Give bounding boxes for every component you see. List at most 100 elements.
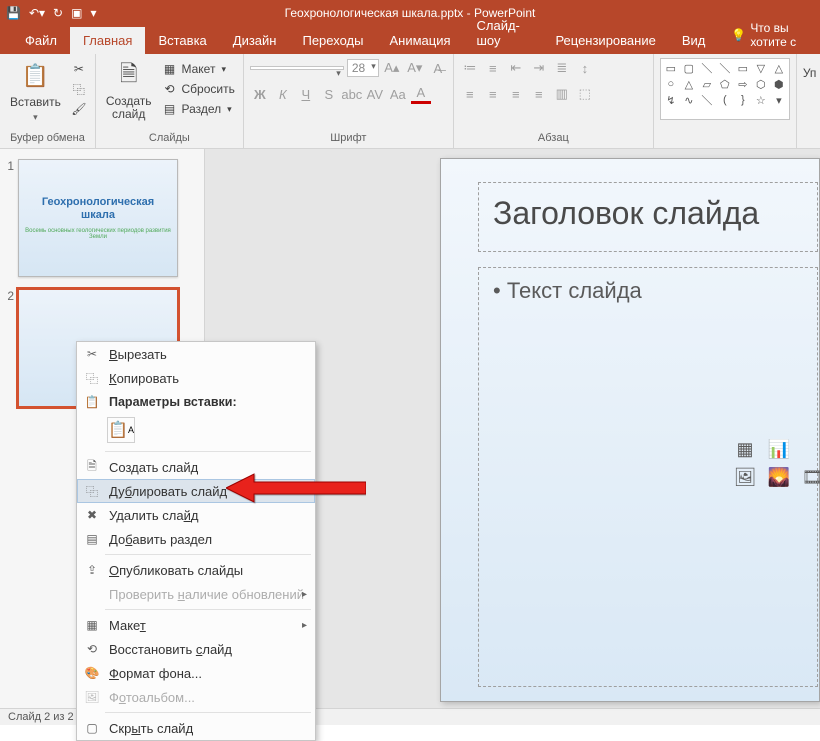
ctx-layout[interactable]: ▦Макет▸ — [77, 613, 315, 637]
spacing-button[interactable]: AV — [365, 84, 385, 104]
font-color-button[interactable]: A — [411, 84, 431, 104]
slide-thumbnail-1[interactable]: Геохронологическая шкала Восемь основных… — [18, 159, 178, 277]
shapes-gallery[interactable]: ▭▢＼＼▭▽△ ○△▱⬠⇨⬡⬢ ↯∿＼(}☆▾ — [660, 58, 790, 120]
ctx-copy[interactable]: ⿻Копировать — [77, 366, 315, 390]
ctx-check-updates: Проверить наличие обновлений▸ — [77, 582, 315, 606]
insert-online-picture-icon[interactable]: 🌄 — [765, 466, 793, 488]
insert-picture-icon[interactable]: 🖼 — [731, 466, 759, 488]
photo-album-icon: 🖼 — [83, 689, 101, 705]
line-spacing-button[interactable]: ≣ — [552, 58, 572, 78]
smartart-button[interactable]: ⬚ — [575, 84, 595, 104]
redo-icon[interactable]: ↻ — [53, 6, 63, 20]
insert-chart-icon[interactable]: 📊 — [765, 438, 793, 460]
brush-icon: 🖌 — [71, 101, 87, 117]
align-left-button[interactable]: ≡ — [460, 84, 480, 104]
title-bar: 💾 ↶▾ ↻ ▣ ▾ Геохронологическая шкала.pptx… — [0, 0, 820, 25]
qat-more-icon[interactable]: ▾ — [90, 6, 96, 20]
copy-icon: ⿻ — [71, 81, 87, 97]
decrease-font-button[interactable]: A▾ — [405, 58, 425, 78]
scissors-icon: ✂ — [83, 346, 101, 362]
new-slide-icon: 🗎 — [83, 459, 101, 475]
ctx-format-background[interactable]: 🎨Формат фона... — [77, 661, 315, 685]
tab-home[interactable]: Главная — [70, 27, 145, 54]
justify-button[interactable]: ≡ — [529, 84, 549, 104]
layout-button[interactable]: ▦Макет▾ — [159, 60, 236, 78]
ctx-hide-slide[interactable]: ▢Скрыть слайд — [77, 716, 315, 740]
indent-right-button[interactable]: ⇥ — [529, 58, 549, 78]
font-size-combo[interactable]: 28 — [347, 59, 379, 77]
indent-left-button[interactable]: ⇤ — [506, 58, 526, 78]
section-button[interactable]: ▤Раздел▾ — [159, 100, 236, 118]
layout-icon: ▦ — [161, 61, 177, 77]
copy-icon: ⿻ — [83, 370, 101, 386]
increase-font-button[interactable]: A▴ — [382, 58, 402, 78]
ctx-paste-options-label: 📋Параметры вставки: — [77, 390, 315, 414]
section-icon: ▤ — [83, 531, 101, 547]
insert-video-icon[interactable]: 🎞 — [799, 466, 820, 488]
paste-label: Вставить — [10, 95, 61, 109]
save-icon[interactable]: 💾 — [6, 6, 21, 20]
tell-me-search[interactable]: 💡 Что вы хотите с — [726, 16, 820, 54]
paste-button[interactable]: 📋 Вставить ▾ — [6, 58, 65, 125]
ctx-add-section[interactable]: ▤Добавить раздел — [77, 527, 315, 551]
align-center-button[interactable]: ≡ — [483, 84, 503, 104]
bold-button[interactable]: Ж — [250, 84, 270, 104]
font-family-combo[interactable] — [250, 66, 344, 70]
quick-access-toolbar: 💾 ↶▾ ↻ ▣ ▾ — [6, 6, 96, 20]
cut-button[interactable]: ✂ — [69, 60, 89, 78]
scissors-icon: ✂ — [71, 61, 87, 77]
tab-file[interactable]: Файл — [12, 27, 70, 54]
tab-insert[interactable]: Вставка — [145, 27, 219, 54]
body-placeholder[interactable]: Текст слайда ▦ 📊 🖼 🌄 🎞 — [478, 267, 818, 687]
thumb-number: 2 — [4, 289, 14, 407]
new-slide-icon: 🗎 — [113, 60, 145, 92]
bullets-button[interactable]: ≔ — [460, 58, 480, 78]
hide-slide-icon: ▢ — [83, 720, 101, 736]
ctx-publish-slides[interactable]: ⇪Опубликовать слайды — [77, 558, 315, 582]
content-placeholder-icons[interactable]: ▦ 📊 🖼 🌄 🎞 — [731, 438, 820, 488]
reset-icon: ⟲ — [83, 641, 101, 657]
ctx-reset-slide[interactable]: ⟲Восстановить слайд — [77, 637, 315, 661]
slides-group-label: Слайды — [102, 130, 237, 148]
annotation-arrow — [226, 470, 366, 511]
new-slide-button[interactable]: 🗎 Создать слайд — [102, 58, 156, 123]
tab-transitions[interactable]: Переходы — [289, 27, 376, 54]
group-paragraph: ≔ ≡ ⇤ ⇥ ≣ ↕ ≡ ≡ ≡ ≡ ▥ ⬚ Абзац — [454, 54, 654, 148]
tab-animations[interactable]: Анимация — [376, 27, 463, 54]
clear-format-button[interactable]: A̶ — [428, 58, 448, 78]
slide-counter: Слайд 2 из 2 — [8, 711, 74, 723]
tab-design[interactable]: Дизайн — [220, 27, 290, 54]
numbering-button[interactable]: ≡ — [483, 58, 503, 78]
layout-icon: ▦ — [83, 617, 101, 633]
reset-icon: ⟲ — [161, 81, 177, 97]
align-right-button[interactable]: ≡ — [506, 84, 526, 104]
text-direction-button[interactable]: ↕ — [575, 58, 595, 78]
underline-button[interactable]: Ч — [296, 84, 316, 104]
drawing-group-label — [660, 142, 790, 148]
copy-button[interactable]: ⿻ — [69, 80, 89, 98]
group-font: 28 A▴ A▾ A̶ Ж К Ч S abc AV Aa A Шрифт — [244, 54, 454, 148]
ctx-cut[interactable]: ✂ВВырезатьырезать — [77, 342, 315, 366]
reset-button[interactable]: ⟲Сбросить — [159, 80, 236, 98]
strikethrough-button[interactable]: S — [319, 84, 339, 104]
paste-keep-formatting[interactable]: 📋A — [107, 417, 135, 443]
tab-view[interactable]: Вид — [669, 27, 719, 54]
tab-review[interactable]: Рецензирование — [542, 27, 668, 54]
format-bg-icon: 🎨 — [83, 665, 101, 681]
tell-me-label: Что вы хотите с — [750, 21, 815, 49]
paragraph-group-label: Абзац — [460, 130, 647, 148]
bulb-icon: 💡 — [731, 28, 746, 42]
case-button[interactable]: Aa — [388, 84, 408, 104]
format-painter-button[interactable]: 🖌 — [69, 100, 89, 118]
group-clipboard: 📋 Вставить ▾ ✂ ⿻ 🖌 Буфер обмена — [0, 54, 96, 148]
new-slide-label: Создать слайд — [106, 95, 152, 121]
font-group-label: Шрифт — [250, 130, 447, 148]
italic-button[interactable]: К — [273, 84, 293, 104]
group-drawing: ▭▢＼＼▭▽△ ○△▱⬠⇨⬡⬢ ↯∿＼(}☆▾ — [654, 54, 797, 148]
slideshow-icon[interactable]: ▣ — [71, 6, 82, 20]
undo-icon[interactable]: ↶▾ — [29, 6, 45, 20]
shadow-button[interactable]: abc — [342, 84, 362, 104]
columns-button[interactable]: ▥ — [552, 84, 572, 104]
title-placeholder[interactable]: Заголовок слайда — [478, 182, 818, 252]
insert-table-icon[interactable]: ▦ — [731, 438, 759, 460]
